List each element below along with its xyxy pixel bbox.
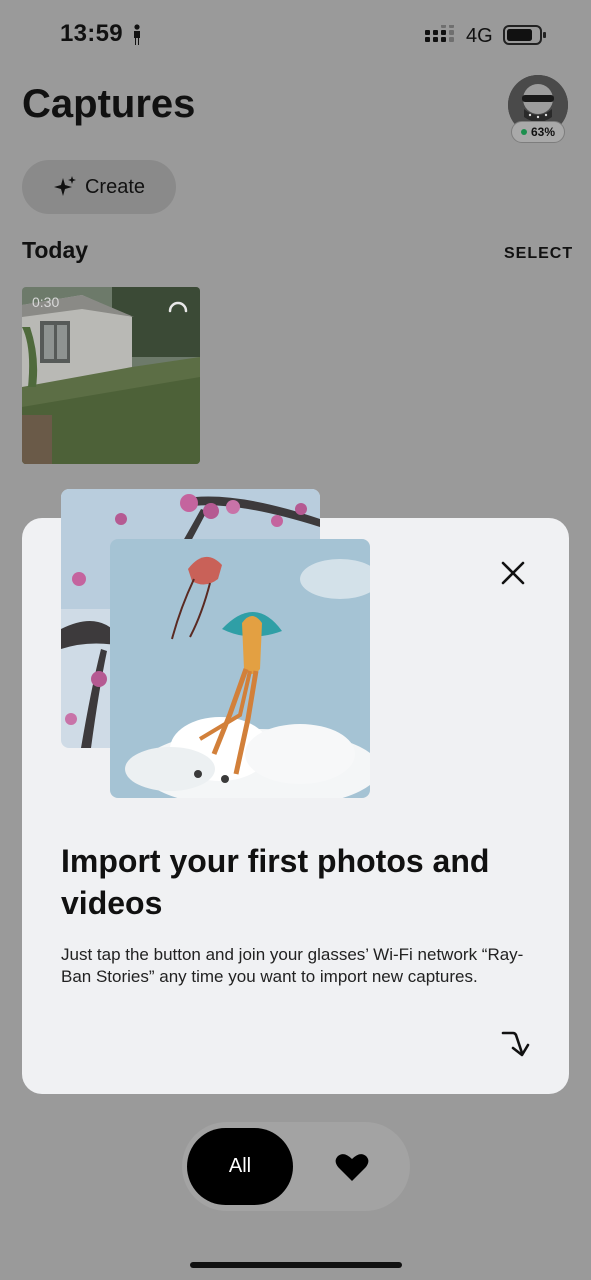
battery-icon	[503, 25, 546, 45]
person-icon	[134, 24, 140, 45]
arrow-down-right-icon[interactable]	[499, 1029, 531, 1059]
select-button[interactable]: SELECT	[504, 245, 573, 263]
section-title-today: Today	[22, 237, 89, 263]
status-bar: 13:59 4G	[0, 0, 591, 70]
loading-spinner-icon	[168, 301, 188, 313]
filter-all-tab[interactable]: All	[187, 1128, 293, 1205]
create-button-label: Create	[84, 175, 146, 198]
import-sheet-body: Just tap the button and join your glasse…	[61, 945, 524, 986]
create-button[interactable]: Create	[22, 160, 176, 214]
signal-icon	[425, 25, 454, 42]
filter-all-label: All	[228, 1155, 252, 1177]
device-battery-level: 63%	[530, 125, 556, 139]
capture-duration: 0:30	[32, 294, 60, 310]
import-sheet-title: Import your first photos and videos	[61, 843, 490, 921]
network-type: 4G	[466, 25, 493, 47]
home-indicator[interactable]	[190, 1262, 402, 1268]
sample-photo-kites	[110, 539, 370, 798]
filter-favorites-tab[interactable]	[322, 1140, 382, 1194]
sparkle-icon	[53, 176, 76, 196]
device-battery-badge: 63%	[511, 121, 565, 143]
heart-icon	[335, 1154, 369, 1181]
close-icon[interactable]	[500, 560, 526, 586]
page-title: Captures	[22, 82, 196, 126]
battery-status-dot	[520, 129, 527, 135]
status-time: 13:59	[60, 20, 123, 47]
